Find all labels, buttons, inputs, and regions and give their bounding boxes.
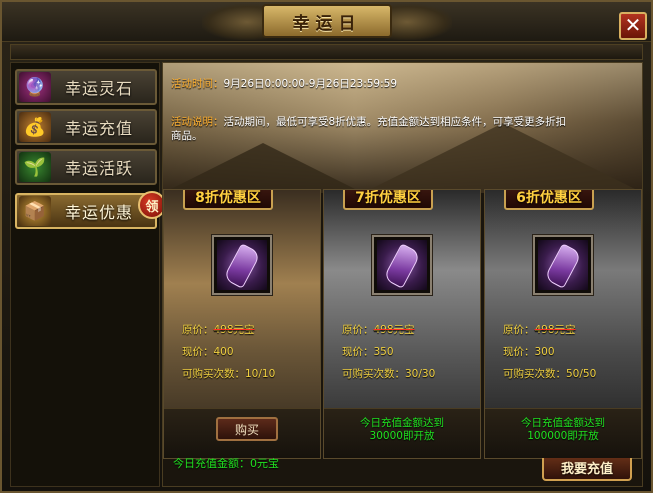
purple-scroll-icon [538,240,588,290]
unlock-condition-line: 今日充值金额达到 [521,417,605,429]
sidebar-item-lucky-recharge[interactable]: 💰 幸运充值 [15,109,157,145]
unlock-condition-line: 今日充值金额达到 [360,417,444,429]
purchase-limit-label: 可购买次数： [342,368,405,380]
unlock-condition: 今日充值金额达到 30000即开放 [324,417,480,443]
original-price-row: 原价：498元宝 [503,322,576,337]
offer-card-60: 6折优惠区 原价：498元宝 现价：300 可购买次数：50/50 今日充值金额… [484,189,642,459]
item-slot[interactable] [211,234,273,296]
sidebar-item-lucky-stone[interactable]: 🔮 幸运灵石 [15,69,157,105]
original-price-label: 原价： [182,324,214,336]
original-price-row: 原价：498元宝 [342,322,415,337]
current-price-value: 400 [213,346,234,358]
purple-scroll-icon [377,240,427,290]
purple-scroll-icon [217,240,267,290]
unlock-condition-line: 30000即开放 [369,430,435,442]
event-desc-row: 活动说明：活动期间，最低可享受8折优惠。充值金额达到相应条件，可享受更多折扣商品… [171,115,571,143]
event-time-value: 9月26日0:00:00-9月26日23:59:59 [223,78,398,90]
original-price-value: 498元宝 [373,324,415,336]
purchase-limit-label: 可购买次数： [503,368,566,380]
sidebar-item-label: 幸运活跃 [65,159,134,178]
offer-card-80: 8折优惠区 原价：498元宝 现价：400 可购买次数：10/10 购买 [163,189,321,459]
original-price-value: 498元宝 [534,324,576,336]
event-time-row: 活动时间：9月26日0:00:00-9月26日23:59:59 [171,77,397,91]
treasure-chest-icon: 📦 [19,196,51,226]
today-recharge-value: 0元宝 [250,457,279,470]
original-price-value: 498元宝 [213,324,255,336]
sidebar-item-lucky-discount[interactable]: 📦 幸运优惠 [15,193,157,229]
sidebar-item-label: 幸运优惠 [65,203,134,222]
purchase-limit-value: 30/30 [405,368,436,380]
banner-mountain [163,143,363,193]
window-title-plate: 幸运日 [262,4,392,38]
close-button[interactable]: ✕ [619,12,647,40]
unlock-condition: 今日充值金额达到 100000即开放 [485,417,641,443]
purchase-limit-row: 可购买次数：30/30 [342,366,435,381]
sprout-icon: 🌱 [19,152,51,182]
item-slot[interactable] [532,234,594,296]
sidebar-item-label: 幸运充值 [65,119,134,138]
card-tab-title: 8折优惠区 [183,190,273,210]
purchase-limit-row: 可购买次数：50/50 [503,366,596,381]
current-price-value: 350 [373,346,394,358]
original-price-label: 原价： [342,324,374,336]
event-desc-label: 活动说明： [171,116,224,128]
window-title: 幸运日 [292,13,362,34]
lucky-day-window: 幸运日 ✕ 🔮 幸运灵石 💰 幸运充值 🌱 幸运活跃 📦 幸运优惠 领 活动时间… [0,0,653,493]
purchase-limit-row: 可购买次数：10/10 [182,366,275,381]
current-price-label: 现价： [182,346,214,358]
spirit-stone-icon: 🔮 [19,72,51,102]
title-bar: 幸运日 ✕ [2,2,651,42]
purchase-limit-value: 50/50 [566,368,597,380]
unlock-condition-line: 100000即开放 [527,430,599,442]
card-footer: 购买 [164,408,320,458]
event-banner: 活动时间：9月26日0:00:00-9月26日23:59:59 活动说明：活动期… [163,63,642,193]
sidebar-item-lucky-active[interactable]: 🌱 幸运活跃 [15,149,157,185]
buy-button[interactable]: 购买 [216,417,278,441]
sub-header-bar [10,44,643,60]
current-price-label: 现价： [503,346,535,358]
item-slot[interactable] [371,234,433,296]
original-price-label: 原价： [503,324,535,336]
card-footer: 今日充值金额达到 100000即开放 [485,408,641,458]
main-panel: 活动时间：9月26日0:00:00-9月26日23:59:59 活动说明：活动期… [162,62,643,487]
purchase-limit-label: 可购买次数： [182,368,245,380]
current-price-row: 现价：350 [342,344,394,359]
card-tab-title: 7折优惠区 [343,190,433,210]
current-price-row: 现价：300 [503,344,555,359]
current-price-value: 300 [534,346,555,358]
purchase-limit-value: 10/10 [245,368,276,380]
money-bag-icon: 💰 [19,112,51,142]
today-recharge-label: 今日充值金额： [173,457,250,470]
original-price-row: 原价：498元宝 [182,322,255,337]
sidebar: 🔮 幸运灵石 💰 幸运充值 🌱 幸运活跃 📦 幸运优惠 [10,62,160,487]
event-time-label: 活动时间： [171,78,224,90]
current-price-label: 现价： [342,346,374,358]
offer-card-70: 7折优惠区 原价：498元宝 现价：350 可购买次数：30/30 今日充值金额… [323,189,481,459]
current-price-row: 现价：400 [182,344,234,359]
sidebar-item-label: 幸运灵石 [65,79,134,98]
card-footer: 今日充值金额达到 30000即开放 [324,408,480,458]
card-tab-title: 6折优惠区 [504,190,594,210]
event-desc-value: 活动期间，最低可享受8折优惠。充值金额达到相应条件，可享受更多折扣商品。 [171,116,567,142]
